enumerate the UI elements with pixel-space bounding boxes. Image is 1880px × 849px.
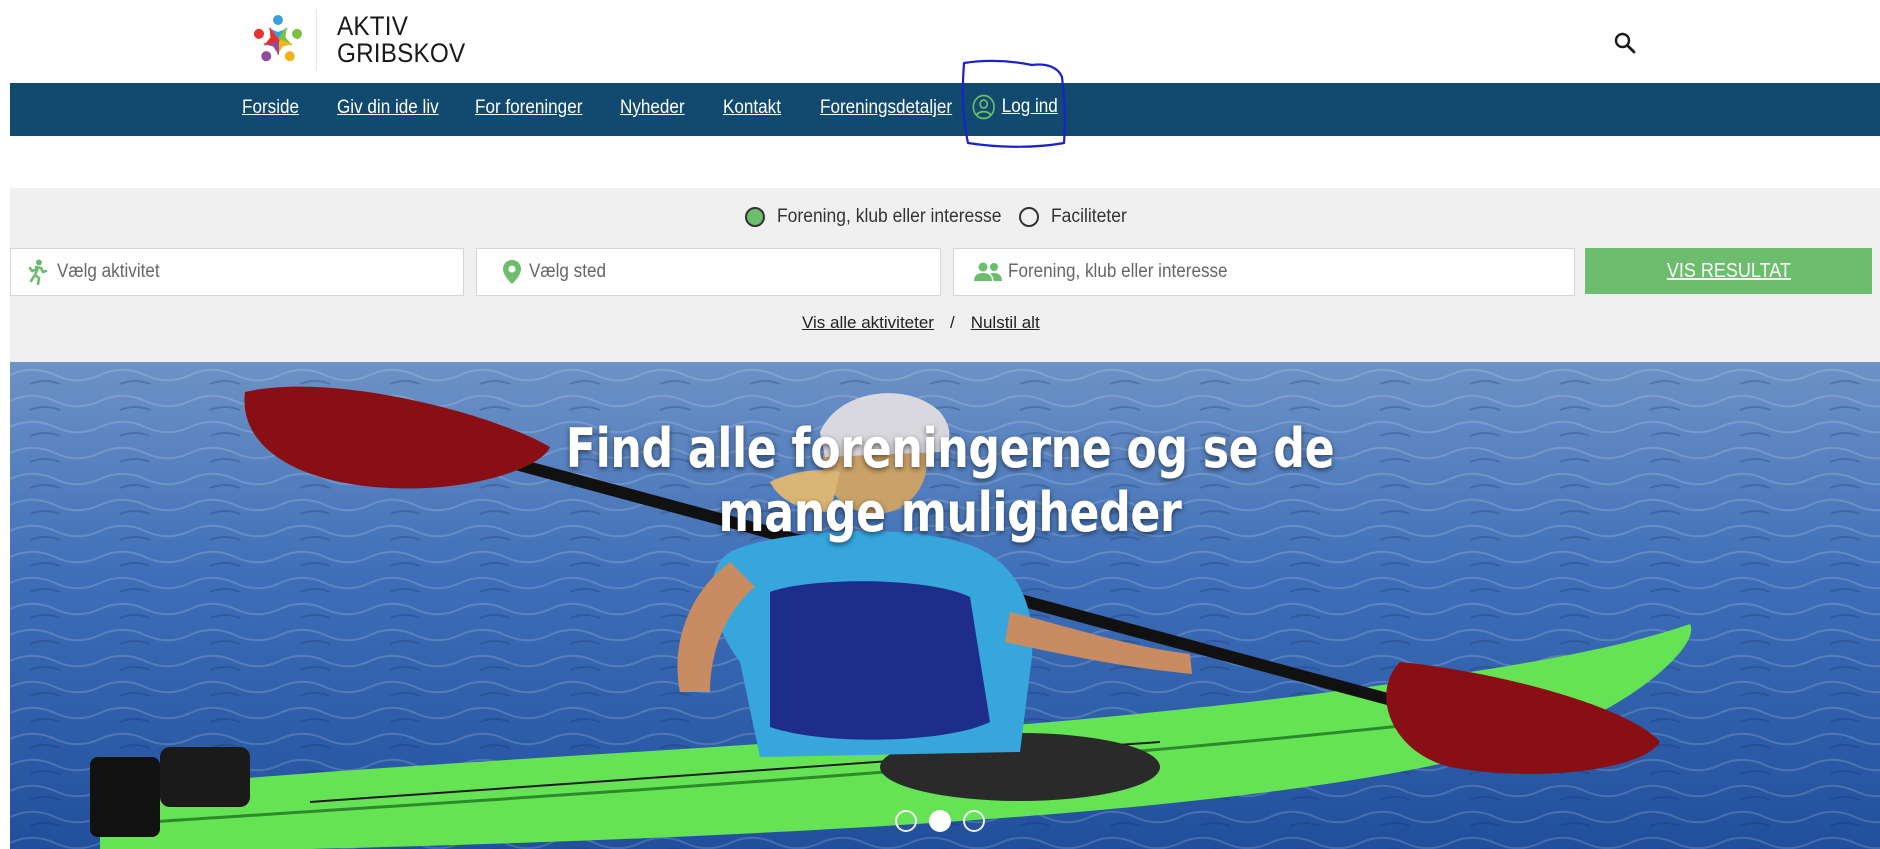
vis-resultat-button[interactable]: VIS RESULTAT <box>1585 248 1872 294</box>
place-placeholder: Vælg sted <box>529 261 606 282</box>
nav-item-for-foreninger[interactable]: For foreninger <box>475 97 582 119</box>
people-circle-logo-icon <box>253 15 303 62</box>
radio-forening[interactable]: Forening, klub eller interesse <box>745 206 1021 228</box>
site-header: AKTIV GRIBSKOV <box>10 0 1880 83</box>
logo-divider <box>316 10 317 70</box>
people-group-icon <box>968 261 1008 283</box>
association-placeholder: Forening, klub eller interesse <box>1008 261 1228 282</box>
reset-all-link[interactable]: Nulstil alt <box>971 313 1040 333</box>
activity-placeholder: Vælg aktivitet <box>57 261 160 282</box>
running-person-icon <box>17 259 57 285</box>
radio-forening-label: Forening, klub eller interesse <box>777 206 1002 227</box>
radio-forening-indicator[interactable] <box>745 207 765 227</box>
place-field[interactable]: Vælg sted <box>476 248 941 296</box>
nav-item-giv-din-ide-liv[interactable]: Giv din ide liv <box>337 97 439 119</box>
nav-item-nyheder[interactable]: Nyheder <box>620 97 685 119</box>
carousel-dot-2[interactable] <box>929 810 951 832</box>
hero-banner: Find alle foreningerne og se de mange mu… <box>10 362 1880 849</box>
search-type-radios: Forening, klub eller interesse Facilitet… <box>745 206 1133 228</box>
page: AKTIV GRIBSKOV Forside Giv din ide liv F… <box>10 0 1880 849</box>
hero-title-text: Find alle foreningerne og se de mange mu… <box>565 417 1335 544</box>
association-field[interactable]: Forening, klub eller interesse <box>953 248 1575 296</box>
activity-field[interactable]: Vælg aktivitet <box>10 248 464 296</box>
user-circle-icon <box>972 94 995 120</box>
carousel-dot-1[interactable] <box>895 810 917 832</box>
hero-title: Find alle foreningerne og se de mange mu… <box>10 417 1880 545</box>
login-link[interactable]: Log ind <box>972 94 1058 120</box>
vis-resultat-label: VIS RESULTAT <box>1666 259 1791 282</box>
radio-faciliteter-indicator[interactable] <box>1018 207 1039 227</box>
site-logo[interactable]: AKTIV GRIBSKOV <box>248 10 480 70</box>
search-button[interactable] <box>1608 26 1642 60</box>
carousel-dots <box>895 810 985 832</box>
search-panel: Forening, klub eller interesse Facilitet… <box>10 188 1880 362</box>
search-icon <box>1614 32 1636 54</box>
main-nav: Forside Giv din ide liv For foreninger N… <box>10 83 1880 136</box>
show-all-activities-link[interactable]: Vis alle aktiviteter <box>802 313 934 333</box>
radio-faciliteter-label: Faciliteter <box>1050 206 1127 227</box>
logo-line-2: GRIBSKOV <box>337 38 466 68</box>
search-links: Vis alle aktiviteter / Nulstil alt <box>802 313 1040 333</box>
login-label: Log ind <box>1001 96 1058 117</box>
logo-line-1: AKTIV <box>337 11 409 41</box>
radio-faciliteter[interactable]: Faciliteter <box>1018 206 1133 228</box>
logo-text: AKTIV GRIBSKOV <box>337 13 465 67</box>
nav-item-kontakt[interactable]: Kontakt <box>723 97 781 119</box>
carousel-dot-3[interactable] <box>963 810 985 832</box>
nav-item-forside[interactable]: Forside <box>242 97 299 119</box>
links-separator: / <box>949 313 955 332</box>
nav-item-foreningsdetaljer[interactable]: Foreningsdetaljer <box>820 97 952 119</box>
location-pin-icon <box>495 259 529 285</box>
